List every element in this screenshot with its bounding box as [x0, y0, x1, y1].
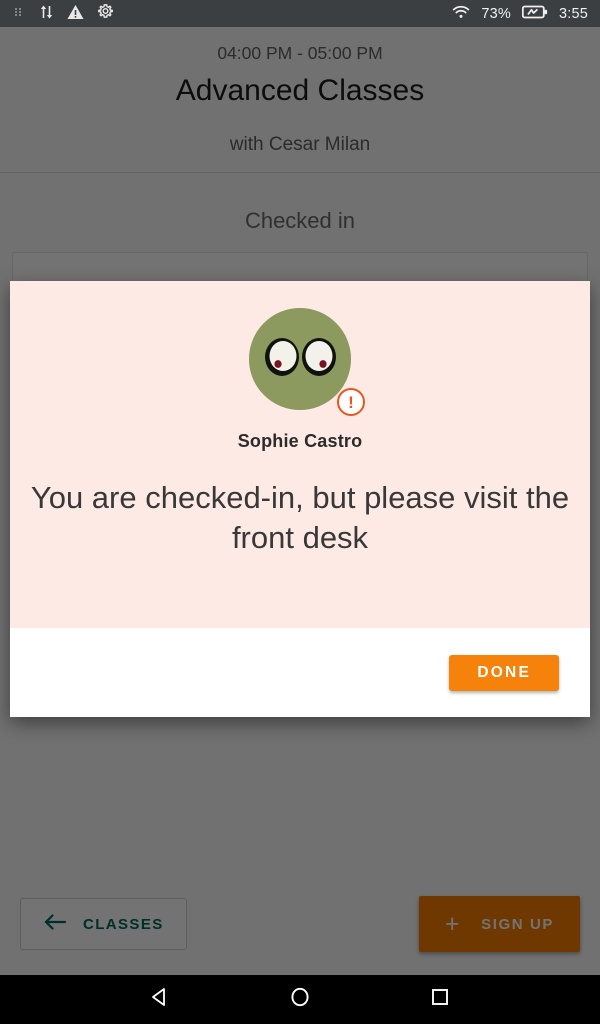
dots-icon — [12, 5, 26, 23]
sync-arrows-icon — [39, 4, 54, 24]
exclamation-badge-icon: ! — [337, 388, 365, 416]
badge-symbol: ! — [348, 392, 354, 412]
avatar-image — [249, 308, 351, 410]
status-bar-clock: 3:55 — [558, 5, 588, 22]
done-button[interactable]: DONE — [449, 654, 559, 691]
avatar: ! — [249, 308, 365, 416]
status-bar-right-icons: 73% 3:55 — [441, 5, 588, 23]
dialog-footer: DONE — [10, 628, 590, 717]
dialog-body: ! Sophie Castro You are checked-in, but … — [10, 281, 590, 628]
nav-recents-icon[interactable] — [429, 986, 451, 1013]
nav-home-icon[interactable] — [289, 986, 311, 1013]
status-bar: 73% 3:55 — [0, 0, 600, 27]
battery-charging-icon — [521, 5, 548, 23]
person-name: Sophie Castro — [237, 431, 363, 451]
battery-percent: 73% — [481, 5, 511, 22]
checkin-dialog: ! Sophie Castro You are checked-in, but … — [10, 281, 590, 717]
wifi-icon — [452, 5, 470, 23]
gear-icon — [97, 3, 114, 24]
phone-screen: 73% 3:55 04:00 PM - 05:00 PM Advanced Cl… — [0, 0, 600, 1024]
nav-back-icon[interactable] — [149, 986, 171, 1013]
dialog-message: You are checked-in, but please visit the… — [30, 480, 570, 555]
android-nav-bar — [0, 975, 600, 1024]
warning-triangle-icon — [67, 4, 84, 24]
status-bar-left-icons — [12, 3, 127, 24]
